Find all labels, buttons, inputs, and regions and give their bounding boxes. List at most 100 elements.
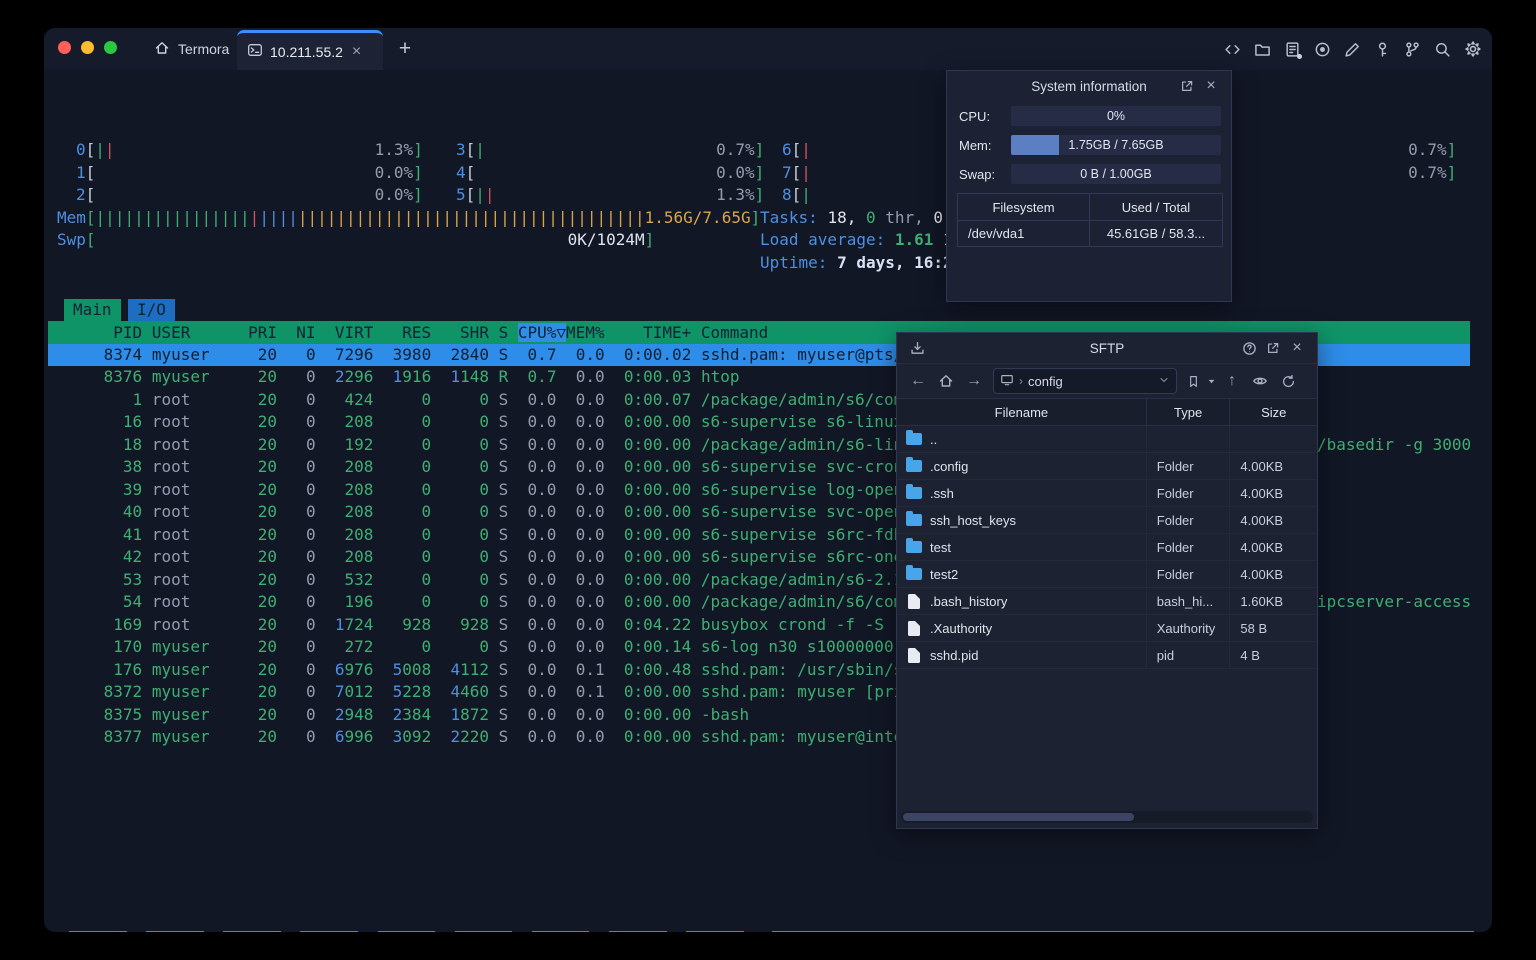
file-row-.bash_history[interactable]: .bash_history bash_hi... 1.60KB — [897, 588, 1317, 615]
folder-icon[interactable] — [1251, 35, 1274, 63]
fkey-action-tree[interactable]: Tree — [377, 931, 436, 932]
show-hidden-eye-icon[interactable] — [1247, 368, 1273, 394]
terminal-icon — [247, 42, 263, 61]
back-icon[interactable]: ← — [905, 368, 931, 394]
htop-tab-i-o[interactable]: I/O — [128, 298, 175, 321]
uptime-line: Uptime: 7 days, 16:28 — [760, 252, 963, 272]
home-icon[interactable] — [933, 368, 959, 394]
horizontal-scrollbar[interactable] — [901, 811, 1313, 823]
file-row-..[interactable]: .. — [897, 426, 1317, 453]
scrollbar-thumb[interactable] — [903, 813, 1134, 821]
file-name: test2 — [930, 566, 959, 582]
filesystem-used-total: 45.61GB / 58.3... — [1106, 226, 1206, 241]
file-type: bash_hi... — [1145, 588, 1230, 614]
file-row-.ssh[interactable]: .ssh Folder 4.00KB — [897, 480, 1317, 507]
settings-gear-icon[interactable] — [1461, 35, 1484, 63]
swap-usage-bar: 0 B / 1.00GB — [1011, 164, 1221, 184]
file-row-ssh_host_keys[interactable]: ssh_host_keys Folder 4.00KB — [897, 507, 1317, 534]
fkey-action-filter[interactable]: Filter — [300, 931, 359, 932]
file-type: Folder — [1145, 453, 1230, 479]
file-type: Folder — [1145, 561, 1230, 587]
file-row-test2[interactable]: test2 Folder 4.00KB — [897, 561, 1317, 588]
fkey-f2: F2 — [127, 931, 146, 932]
pencil-icon[interactable] — [1341, 35, 1364, 63]
close-panel-icon[interactable]: × — [1285, 336, 1309, 360]
minimize-window-button[interactable] — [81, 41, 94, 54]
forward-icon[interactable]: → — [961, 368, 987, 394]
fkey-f8: F8 — [589, 931, 608, 932]
sftp-table-header: Filename Type Size — [897, 399, 1317, 426]
htop-tab-main[interactable]: Main — [64, 298, 121, 321]
htop-function-key-bar: F1Help F2Setup F3SearchF4FilterF5Tree F6… — [50, 931, 1474, 932]
fkey-f6: F6 — [435, 931, 454, 932]
fkey-action-setup[interactable]: Setup — [146, 931, 205, 932]
upload-icon[interactable]: ↑ — [1219, 368, 1245, 394]
file-icon — [908, 647, 920, 663]
file-name: .bash_history — [930, 593, 1008, 609]
filename-column-header[interactable]: Filename — [897, 399, 1146, 425]
file-row-.Xauthority[interactable]: .Xauthority Xauthority 58 B — [897, 615, 1317, 642]
sort-column-cpu[interactable]: CPU%▽ — [517, 323, 567, 342]
bookmark-icon[interactable] — [1183, 368, 1203, 394]
cpu-usage-bar: 0% — [1011, 106, 1221, 126]
sftp-panel: SFTP × ← → › config ↑ Filename Type Size… — [896, 332, 1318, 829]
branch-icon[interactable] — [1401, 35, 1424, 63]
filesystem-name: /dev/vda1 — [958, 221, 1090, 246]
filesystem-table: Filesystem Used / Total /dev/vda1 45.61G… — [957, 193, 1223, 247]
file-row-test[interactable]: test Folder 4.00KB — [897, 534, 1317, 561]
sftp-file-list: .. .config Folder 4.00KB .ssh Folder 4.00KB ssh… — [897, 426, 1317, 669]
file-row-.config[interactable]: .config Folder 4.00KB — [897, 453, 1317, 480]
fkey-action-help[interactable]: Help — [69, 931, 128, 932]
traffic-lights[interactable] — [58, 41, 117, 54]
system-information-panel: System information × CPU: 0% Mem: 1.75GB… — [946, 70, 1232, 302]
refresh-icon[interactable] — [1275, 368, 1301, 394]
sftp-toolbar: ← → › config ↑ — [897, 363, 1317, 399]
code-icon[interactable] — [1221, 35, 1244, 63]
tab-home[interactable]: Termora — [140, 28, 243, 70]
key-icon[interactable] — [1371, 35, 1394, 63]
file-type: Xauthority — [1145, 615, 1230, 641]
filesystem-table-header: Filesystem Used / Total — [958, 194, 1222, 220]
folder-icon — [906, 430, 922, 445]
fkey-action-sortby[interactable]: SortBy — [454, 931, 513, 932]
fkey-action-search[interactable]: Search — [223, 931, 282, 932]
open-in-window-icon[interactable] — [1175, 74, 1199, 98]
snippets-icon[interactable] — [1281, 35, 1304, 63]
fkey-action-nice-[interactable]: Nice - — [531, 931, 590, 932]
file-row-sshd.pid[interactable]: sshd.pid pid 4 B — [897, 642, 1317, 669]
close-panel-icon[interactable]: × — [1199, 74, 1223, 98]
close-window-button[interactable] — [58, 41, 71, 54]
fkey-f1: F1 — [50, 931, 69, 932]
record-icon[interactable] — [1311, 35, 1334, 63]
size-column-header[interactable]: Size — [1229, 399, 1317, 425]
fkey-f7: F7 — [512, 931, 531, 932]
type-column-header[interactable]: Type — [1145, 399, 1230, 425]
bookmark-dropdown-icon[interactable] — [1205, 368, 1217, 394]
search-icon[interactable] — [1431, 35, 1454, 63]
swap-meter: Swp[ 0K/1024M] — [57, 230, 655, 249]
help-icon[interactable] — [1237, 336, 1261, 360]
swap-usage-value: 0 B / 1.00GB — [1080, 167, 1152, 181]
zoom-window-button[interactable] — [104, 41, 117, 54]
fkey-action-quit[interactable]: Quit — [772, 931, 1474, 932]
mem-usage-bar: 1.75GB / 7.65GB — [1011, 135, 1221, 155]
memory-meter: Mem[||||||||||||||||||||||||||||||||||||… — [57, 207, 761, 227]
breadcrumb-separator: › — [1019, 374, 1023, 388]
cpu4-meter: 4[ 0.0%] — [456, 162, 765, 182]
file-size: 4.00KB — [1229, 507, 1317, 533]
command-overflow-text: /basedir -g 3000 — [1317, 434, 1472, 454]
open-in-window-icon[interactable] — [1261, 336, 1285, 360]
new-tab-button[interactable]: + — [390, 34, 420, 64]
file-name: .config — [930, 458, 969, 474]
chevron-down-icon[interactable] — [1158, 374, 1170, 389]
tab-session-active[interactable]: 10.211.55.2 × — [237, 30, 383, 70]
fkey-action-kill[interactable]: Kill — [685, 931, 744, 932]
titlebar-actions — [1221, 35, 1484, 63]
close-tab-icon[interactable]: × — [352, 43, 361, 60]
path-breadcrumb[interactable]: › config — [993, 368, 1177, 394]
file-type: pid — [1145, 642, 1230, 668]
file-name: test — [930, 539, 951, 555]
download-icon[interactable] — [905, 336, 929, 360]
file-name: .Xauthority — [930, 620, 993, 636]
fkey-action-nice-[interactable]: Nice + — [608, 931, 667, 932]
